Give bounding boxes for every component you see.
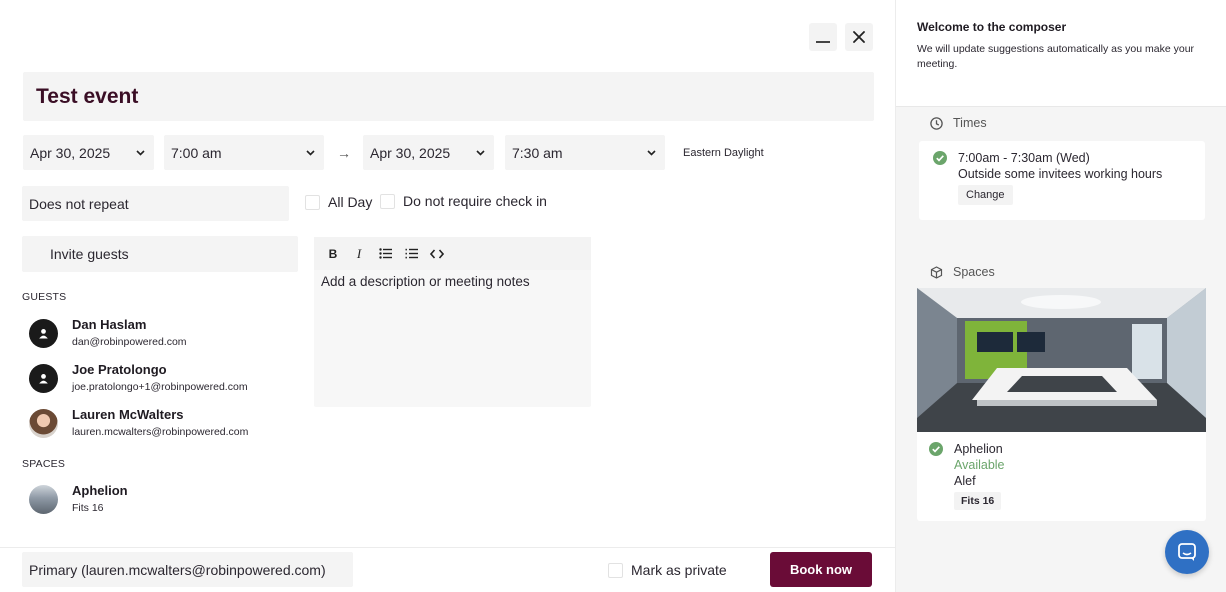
event-composer: Test event Apr 30, 2025 7:00 am → Apr 30… [0, 0, 895, 592]
time-suggestion: 7:00am - 7:30am (Wed) [958, 151, 1090, 165]
avatar [29, 318, 58, 348]
time-suggestion-card[interactable]: 7:00am - 7:30am (Wed) Outside some invit… [919, 141, 1205, 220]
footer-divider [0, 547, 895, 548]
minimize-button[interactable] [809, 23, 837, 51]
spaces-sidebar-heading-label: Spaces [953, 265, 995, 279]
chevron-down-icon [134, 147, 146, 159]
check-circle-icon [933, 151, 947, 165]
numbered-list-button[interactable] [401, 244, 421, 264]
end-date-select[interactable]: Apr 30, 2025 [363, 135, 494, 170]
all-day-checkbox[interactable]: All Day [305, 194, 372, 210]
times-heading-label: Times [953, 116, 987, 130]
bold-button[interactable]: B [323, 244, 343, 264]
guest-item[interactable]: Dan Haslam dan@robinpowered.com [29, 316, 187, 350]
no-checkin-label: Do not require check in [403, 193, 547, 209]
timezone-label[interactable]: Eastern Daylight [683, 147, 764, 159]
welcome-text: We will update suggestions automatically… [917, 43, 1195, 70]
all-day-label: All Day [328, 194, 373, 210]
minimize-icon [816, 41, 830, 43]
mark-private-checkbox[interactable]: Mark as private [608, 562, 727, 578]
cube-icon [929, 265, 943, 279]
mark-private-label: Mark as private [631, 562, 727, 578]
close-icon [853, 31, 865, 43]
space-availability: Available [954, 458, 1005, 472]
spaces-sidebar-heading: Spaces [929, 265, 995, 279]
code-button[interactable] [427, 244, 447, 264]
space-row: Aphelion Available Alef [929, 441, 1194, 489]
welcome-panel: Welcome to the composer We will update s… [896, 0, 1226, 107]
chevron-down-icon [304, 147, 316, 159]
user-icon [39, 373, 48, 383]
editor-toolbar: B I [314, 237, 591, 270]
avatar [29, 363, 58, 393]
check-circle-icon [929, 442, 943, 456]
bulleted-list-button[interactable] [375, 244, 395, 264]
chevron-down-icon [474, 147, 486, 159]
space-item[interactable]: Aphelion Fits 16 [29, 482, 128, 516]
event-title: Test event [36, 84, 139, 108]
welcome-title: Welcome to the composer [917, 20, 1067, 34]
no-checkin-checkbox-box[interactable] [380, 193, 395, 209]
suggested-space-name: Aphelion [954, 442, 1003, 456]
guest-item[interactable]: Joe Pratolongo joe.pratolongo+1@robinpow… [29, 361, 248, 395]
space-building: Alef [954, 474, 976, 488]
change-time-button[interactable]: Change [958, 185, 1013, 205]
invite-guests-placeholder: Invite guests [50, 246, 129, 262]
space-details: Aphelion Available Alef Fits 16 [917, 432, 1206, 519]
guest-name: Joe Pratolongo [72, 362, 167, 377]
chevron-down-icon [645, 147, 657, 159]
time-suggestion-note: Outside some invitees working hours [958, 167, 1163, 181]
end-date-value: Apr 30, 2025 [370, 144, 451, 161]
start-time-value: 7:00 am [171, 144, 222, 161]
guest-name: Lauren McWalters [72, 407, 184, 422]
space-capacity: Fits 16 [72, 502, 104, 514]
conference-room-photo [917, 288, 1206, 432]
numbered-list-icon [405, 248, 418, 259]
end-time-value: 7:30 am [512, 144, 563, 161]
start-date-value: Apr 30, 2025 [30, 144, 111, 161]
spaces-heading: SPACES [22, 458, 66, 470]
avatar [29, 408, 58, 438]
guest-name: Dan Haslam [72, 317, 147, 332]
description-editor[interactable]: B I Add a description or meeting notes [314, 237, 591, 407]
guest-email: dan@robinpowered.com [72, 336, 187, 348]
guest-item[interactable]: Lauren McWalters lauren.mcwalters@robinp… [29, 406, 248, 440]
repeat-value: Does not repeat [29, 195, 129, 212]
event-title-field[interactable]: Test event [23, 72, 874, 121]
guest-email: lauren.mcwalters@robinpowered.com [72, 426, 249, 438]
calendar-value: Primary (lauren.mcwalters@robinpowered.c… [29, 561, 326, 578]
chat-icon [1178, 543, 1196, 561]
space-thumbnail [29, 484, 58, 514]
user-icon [39, 328, 48, 338]
arrow-right-icon: → [337, 145, 351, 161]
app: Test event Apr 30, 2025 7:00 am → Apr 30… [0, 0, 1226, 592]
close-button[interactable] [845, 23, 873, 51]
bulleted-list-icon [378, 248, 392, 259]
end-time-select[interactable]: 7:30 am [505, 135, 665, 170]
calendar-select[interactable]: Primary (lauren.mcwalters@robinpowered.c… [22, 552, 353, 587]
invite-guests-input[interactable]: Invite guests [22, 236, 298, 272]
all-day-checkbox-box[interactable] [305, 194, 320, 210]
time-suggestion-row: 7:00am - 7:30am (Wed) Outside some invit… [933, 150, 1191, 182]
italic-button[interactable]: I [349, 244, 369, 264]
repeat-select[interactable]: Does not repeat [22, 186, 289, 221]
times-heading: Times [929, 116, 987, 130]
no-checkin-checkbox[interactable]: Do not require check in [380, 193, 547, 209]
clock-icon [929, 116, 943, 130]
book-now-button[interactable]: Book now [770, 552, 872, 587]
capacity-badge: Fits 16 [954, 492, 1002, 510]
code-icon [430, 248, 444, 259]
space-suggestion-card[interactable]: Aphelion Available Alef Fits 16 [917, 288, 1206, 521]
chat-launcher-button[interactable] [1165, 530, 1209, 574]
guest-email: joe.pratolongo+1@robinpowered.com [72, 381, 248, 393]
mark-private-checkbox-box[interactable] [608, 562, 623, 578]
guests-heading: GUESTS [22, 291, 67, 303]
suggestions-sidebar: Welcome to the composer We will update s… [895, 0, 1226, 592]
start-time-select[interactable]: 7:00 am [164, 135, 324, 170]
start-date-select[interactable]: Apr 30, 2025 [23, 135, 154, 170]
description-placeholder: Add a description or meeting notes [321, 274, 530, 289]
space-name: Aphelion [72, 483, 128, 498]
